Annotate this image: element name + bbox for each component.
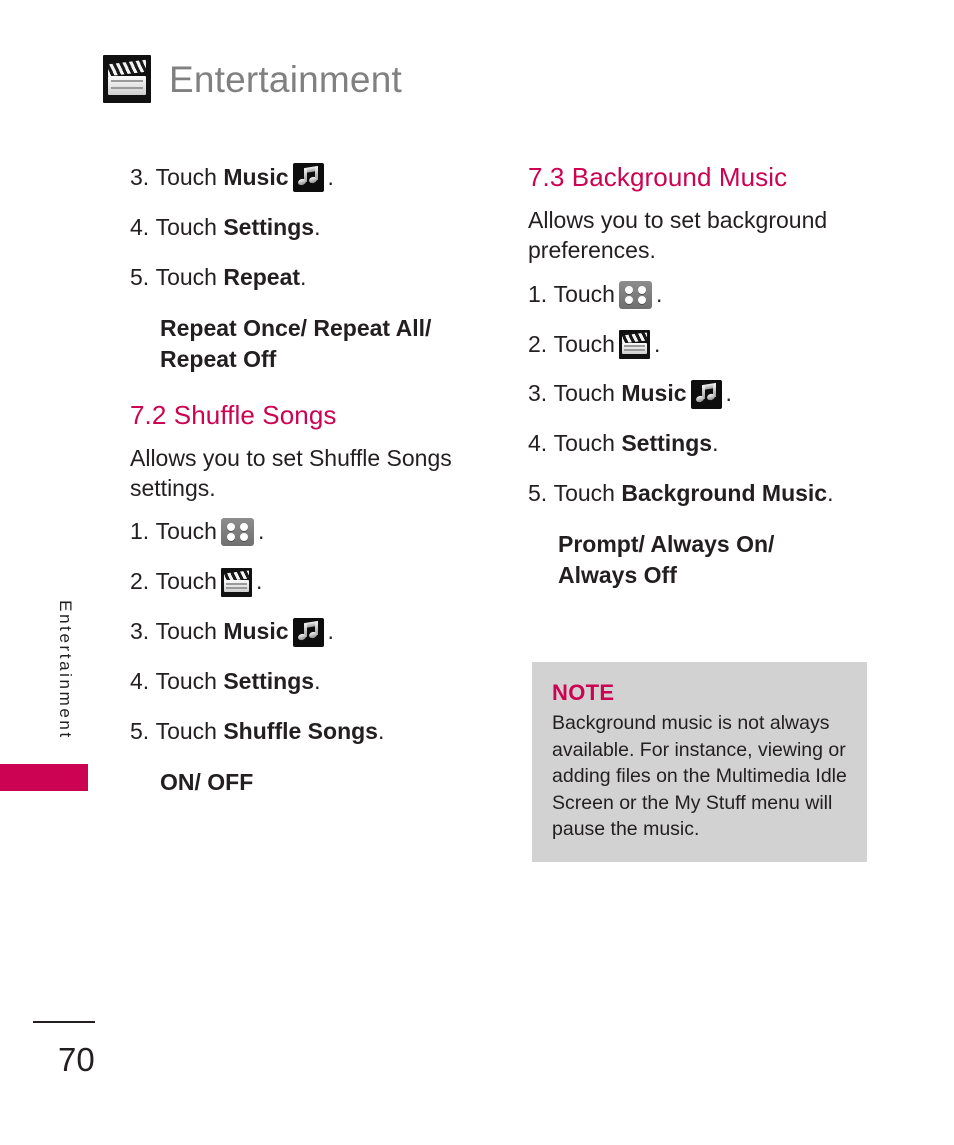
- step-item: 2. Touch .: [130, 567, 502, 597]
- step-verb: Touch: [155, 618, 217, 645]
- step-item: 3. Touch Music .: [528, 379, 900, 409]
- section-heading-background-music: 7.3 Background Music: [528, 162, 788, 192]
- step-verb: Touch: [553, 280, 615, 307]
- step-number: 5.: [130, 717, 150, 744]
- step-target-label: Background Music: [621, 480, 828, 507]
- section-description: Allows you to set Shuffle Songs settings…: [130, 444, 452, 502]
- step-number: 5.: [130, 263, 150, 290]
- step-number: 3.: [528, 380, 548, 407]
- step-verb: Touch: [553, 430, 615, 457]
- step-verb: Touch: [155, 518, 217, 545]
- step-verb: Touch: [155, 717, 217, 744]
- step-item: 3. Touch Music .: [130, 617, 502, 647]
- step-period: .: [314, 668, 321, 695]
- footer-divider: [33, 1021, 95, 1023]
- section-description: Allows you to set background preferences…: [528, 206, 828, 264]
- page-number: 70: [58, 1041, 95, 1078]
- step-period: .: [327, 618, 334, 645]
- step-period: .: [712, 430, 719, 457]
- step-item: 5. Touch Shuffle Songs .: [130, 717, 502, 747]
- right-column: 7.3 Background Music Allows you to set b…: [528, 162, 900, 613]
- step-verb: Touch: [553, 380, 615, 407]
- option-values: ON/ OFF: [160, 768, 254, 795]
- note-box: NOTE Background music is not always avai…: [532, 662, 867, 862]
- step-period: .: [827, 480, 834, 507]
- step-verb: Touch: [155, 263, 217, 290]
- music-note-icon: [292, 617, 324, 647]
- left-column: 3. Touch Music . 4. Touch Settings . 5. …: [130, 163, 502, 820]
- step-verb: Touch: [553, 330, 615, 357]
- music-note-icon: [292, 163, 324, 193]
- step-number: 2.: [130, 568, 150, 595]
- step-target-label: Shuffle Songs: [223, 717, 378, 744]
- step-verb: Touch: [155, 164, 217, 190]
- step-period: .: [725, 380, 732, 407]
- step-period: .: [653, 330, 661, 357]
- step-number: 4.: [130, 213, 150, 240]
- side-tab-marker: [0, 764, 88, 791]
- step-period: .: [257, 518, 265, 545]
- step-period: .: [377, 717, 385, 744]
- step-target-label: Repeat: [223, 263, 301, 290]
- step-period: .: [327, 164, 334, 190]
- option-values: Repeat Once/ Repeat All/ Repeat Off: [160, 314, 432, 372]
- section-heading-shuffle-songs: 7.2 Shuffle Songs: [130, 399, 337, 430]
- step-item: 4. Touch Settings .: [528, 429, 900, 459]
- step-number: 2.: [528, 330, 548, 357]
- step-item: 3. Touch Music .: [130, 163, 502, 193]
- step-verb: Touch: [155, 213, 217, 240]
- step-number: 4.: [528, 430, 548, 457]
- step-target-label: Music: [223, 164, 289, 190]
- grid-menu-icon: [220, 518, 254, 547]
- note-label: NOTE: [552, 680, 615, 705]
- clapperboard-icon: [618, 329, 650, 359]
- step-target-label: Settings: [223, 668, 315, 695]
- page-title: Entertainment: [169, 58, 402, 100]
- step-target-label: Settings: [223, 213, 315, 240]
- note-text: Background music is not always available…: [552, 712, 847, 841]
- step-item: 2. Touch .: [528, 329, 900, 360]
- clapperboard-icon: [103, 55, 151, 103]
- grid-menu-icon: [618, 280, 652, 309]
- step-item: 4. Touch Settings .: [130, 213, 502, 243]
- step-verb: Touch: [553, 480, 615, 507]
- step-period: .: [655, 280, 663, 307]
- step-target-label: Settings: [621, 430, 713, 457]
- step-period: .: [300, 263, 307, 290]
- step-number: 3.: [130, 164, 150, 190]
- side-tab-label: Entertainment: [56, 600, 75, 740]
- step-target-label: Music: [223, 618, 289, 645]
- clapperboard-icon: [220, 567, 252, 597]
- step-item: 5. Touch Repeat .: [130, 263, 502, 293]
- step-item: 1. Touch .: [528, 280, 900, 310]
- step-verb: Touch: [155, 668, 217, 695]
- step-number: 1.: [130, 518, 150, 545]
- step-item: 5. Touch Background Music .: [528, 479, 900, 509]
- page-header: Entertainment: [103, 55, 402, 103]
- step-item: 4. Touch Settings .: [130, 667, 502, 697]
- step-period: .: [255, 568, 263, 595]
- option-values: Prompt/ Always On/ Always Off: [558, 531, 775, 589]
- step-target-label: Music: [621, 380, 687, 407]
- step-number: 4.: [130, 668, 150, 695]
- step-verb: Touch: [155, 568, 217, 595]
- step-item: 1. Touch .: [130, 517, 502, 547]
- music-note-icon: [690, 379, 722, 409]
- step-period: .: [314, 213, 321, 240]
- step-number: 5.: [528, 480, 548, 507]
- step-number: 3.: [130, 618, 150, 645]
- step-number: 1.: [528, 280, 548, 307]
